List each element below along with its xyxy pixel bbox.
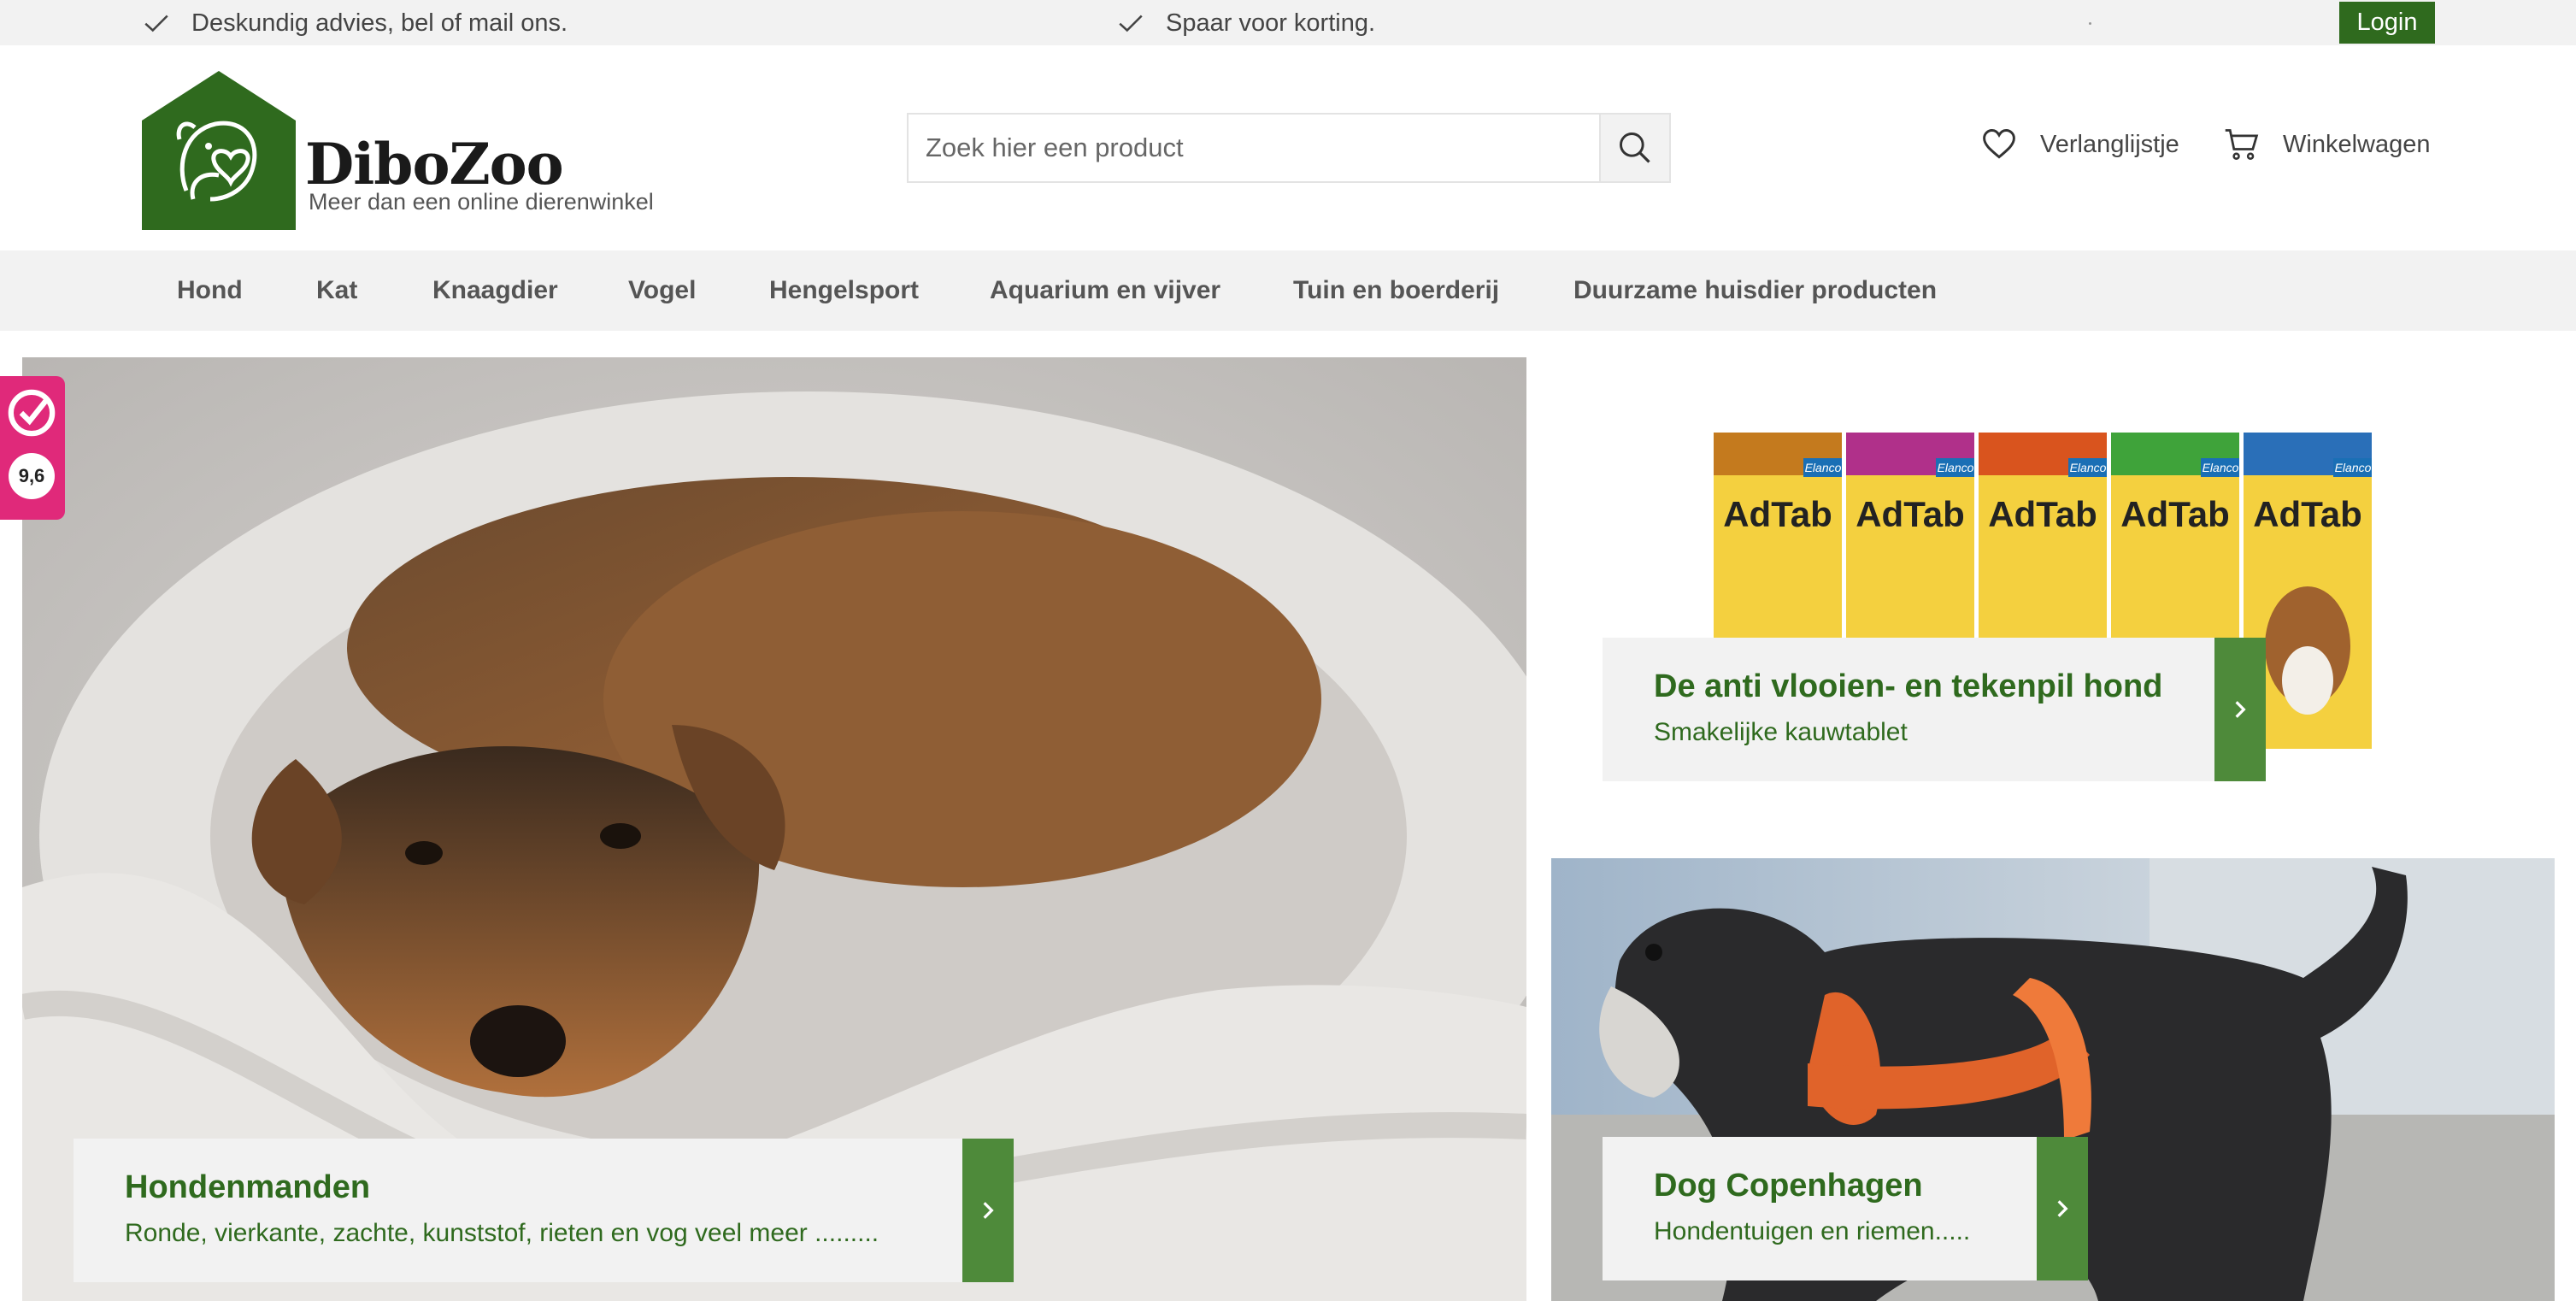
hero-banner-dog-beds[interactable]: Hondenmanden Ronde, vierkante, zachte, k… <box>22 357 1526 1301</box>
cart-label: Winkelwagen <box>2283 130 2431 158</box>
nav-item-aquarium[interactable]: Aquarium en vijver <box>990 276 1220 305</box>
wishlist-label: Verlanglijstje <box>2040 130 2179 158</box>
banner-card-hondenmanden[interactable]: Hondenmanden Ronde, vierkante, zachte, k… <box>74 1139 1014 1282</box>
usp-discount-text: Spaar voor korting. <box>1166 9 1376 37</box>
divider-dot <box>2089 22 2091 25</box>
site-header: DiboZoo Meer dan een online dierenwinkel… <box>0 45 2576 250</box>
chevron-right-icon <box>983 1202 994 1219</box>
usp-item-discount: Spaar voor korting. <box>1116 9 1375 38</box>
svg-text:AdTab: AdTab <box>1856 494 1965 534</box>
nav-item-duurzaam[interactable]: Duurzame huisdier producten <box>1573 276 1937 305</box>
svg-text:AdTab: AdTab <box>1988 494 2097 534</box>
wishlist-link[interactable]: Verlanglijstje <box>1980 126 2179 163</box>
svg-text:Elanco: Elanco <box>2070 461 2107 474</box>
usp-bar: Deskundig advies, bel of mail ons. Spaar… <box>0 0 2576 45</box>
banner-card-dog-copenhagen[interactable]: Dog Copenhagen Hondentuigen en riemen...… <box>1603 1137 2088 1280</box>
nav-item-tuin[interactable]: Tuin en boerderij <box>1293 276 1499 305</box>
svg-text:Elanco: Elanco <box>1805 461 1842 474</box>
review-badge[interactable]: 9,6 <box>0 376 65 520</box>
review-score: 9,6 <box>9 453 55 499</box>
usp-item-advice: Deskundig advies, bel of mail ons. <box>142 9 568 38</box>
nav-item-hond[interactable]: Hond <box>177 276 243 305</box>
svg-text:Elanco: Elanco <box>2203 461 2239 474</box>
main-nav: Hond Kat Knaagdier Vogel Hengelsport Aqu… <box>0 250 2576 331</box>
search-bar <box>907 113 1671 183</box>
adtab-box: AdTab Elanco <box>1714 433 1842 655</box>
nav-item-vogel[interactable]: Vogel <box>628 276 696 305</box>
cart-icon <box>2225 129 2259 160</box>
banner-title: Dog Copenhagen <box>1654 1168 1923 1204</box>
chevron-right-icon <box>2235 701 2246 718</box>
search-input[interactable] <box>909 115 1599 181</box>
cart-link[interactable]: Winkelwagen <box>2223 126 2430 163</box>
search-icon <box>1620 132 1650 163</box>
banner-card-adtab[interactable]: De anti vlooien- en tekenpil hond Smakel… <box>1603 638 2266 781</box>
svg-text:Elanco: Elanco <box>2335 461 2372 474</box>
banner-subtitle: Smakelijke kauwtablet <box>1654 718 1908 746</box>
banner-title: De anti vlooien- en tekenpil hond <box>1654 668 2163 704</box>
svg-text:AdTab: AdTab <box>1723 494 1832 534</box>
review-logo-icon <box>8 389 56 437</box>
dibozoo-logo[interactable] <box>142 71 296 230</box>
search-button[interactable] <box>1599 115 1669 181</box>
heart-icon <box>1983 129 2015 159</box>
banner-title: Hondenmanden <box>125 1169 371 1205</box>
usp-advice-text: Deskundig advies, bel of mail ons. <box>191 9 568 37</box>
svg-text:AdTab: AdTab <box>2253 494 2362 534</box>
chevron-right-icon <box>2057 1200 2068 1217</box>
banner-arrow-button[interactable] <box>962 1139 1014 1282</box>
checkmark-icon <box>1119 15 1143 32</box>
nav-item-kat[interactable]: Kat <box>316 276 357 305</box>
brand-tagline: Meer dan een online dierenwinkel <box>309 189 654 215</box>
svg-text:AdTab: AdTab <box>2120 494 2230 534</box>
login-button[interactable]: Login <box>2339 2 2435 44</box>
hero-banner-adtab[interactable]: AdTab Elanco AdTab Elanco AdTab Elanco A… <box>1551 357 2555 836</box>
nav-item-hengelsport[interactable]: Hengelsport <box>769 276 919 305</box>
nav-item-knaagdier[interactable]: Knaagdier <box>432 276 558 305</box>
brand-name: DiboZoo <box>305 131 564 197</box>
hero-banner-dog-copenhagen[interactable]: Dog Copenhagen Hondentuigen en riemen...… <box>1551 858 2555 1301</box>
banner-subtitle: Ronde, vierkante, zachte, kunststof, rie… <box>125 1219 879 1247</box>
banner-arrow-button[interactable] <box>2037 1137 2088 1280</box>
checkmark-icon <box>144 15 168 32</box>
svg-text:Elanco: Elanco <box>1938 461 1974 474</box>
banner-arrow-button[interactable] <box>2214 638 2266 781</box>
banner-subtitle: Hondentuigen en riemen..... <box>1654 1217 1971 1245</box>
